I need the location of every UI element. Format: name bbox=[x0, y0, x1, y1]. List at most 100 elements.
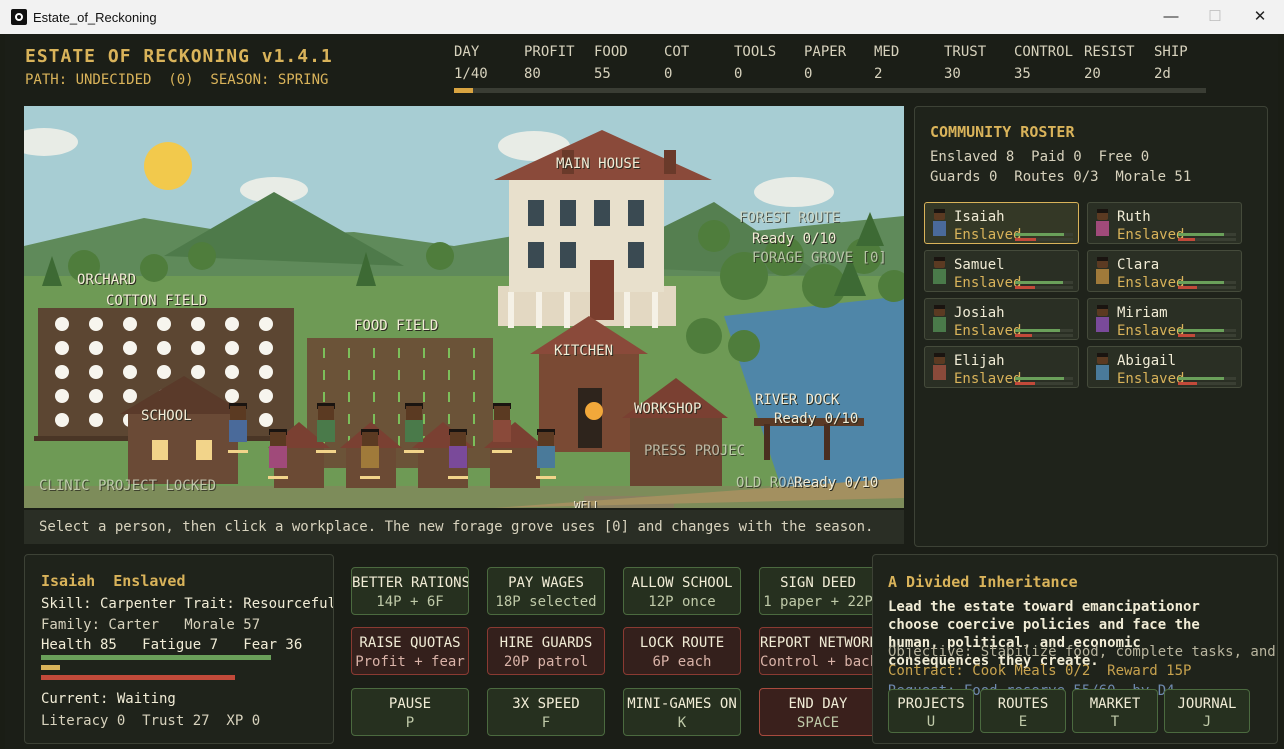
journal-button[interactable]: JOURNAL J bbox=[1164, 689, 1250, 733]
cotton-plant bbox=[89, 413, 103, 427]
allow-school-button[interactable]: ALLOW SCHOOL 12P once bbox=[623, 567, 741, 615]
raise-quotas-button[interactable]: RAISE QUOTAS Profit + fear bbox=[351, 627, 469, 675]
press-project-label[interactable]: PRESS PROJECT bbox=[644, 443, 744, 459]
person-family-morale: Family: Carter Morale 57 bbox=[41, 617, 261, 633]
maximize-button[interactable]: ☐ bbox=[1200, 6, 1230, 28]
person-avatar bbox=[1095, 209, 1110, 237]
minimize-button[interactable]: — bbox=[1156, 6, 1186, 28]
stat-value: 20 bbox=[1084, 66, 1101, 82]
roster-card-abigail[interactable]: Abigail Enslaved bbox=[1087, 346, 1242, 388]
stat-label: PROFIT bbox=[524, 44, 575, 60]
better-rations-button[interactable]: BETTER RATIONS 14P + 6F bbox=[351, 567, 469, 615]
button-cost: 18P selected bbox=[495, 594, 597, 610]
app-icon bbox=[11, 9, 27, 25]
person-status: Enslaved bbox=[954, 323, 1022, 339]
stat-value: 0 bbox=[804, 66, 813, 82]
close-button[interactable]: ✕ bbox=[1245, 6, 1275, 28]
cotton-plant bbox=[157, 365, 171, 379]
hire-guards-button[interactable]: HIRE GUARDS 20P patrol bbox=[487, 627, 605, 675]
stat-label: FOOD bbox=[594, 44, 628, 60]
pause-button[interactable]: PAUSE P bbox=[351, 688, 469, 736]
food-field-label[interactable]: FOOD FIELD bbox=[354, 318, 438, 334]
quest-objective: Objective: Stabilize food, complete task… bbox=[888, 644, 1276, 660]
mini-games-on-button[interactable]: MINI-GAMES ON K bbox=[623, 688, 741, 736]
stat-resist: RESIST 20 bbox=[1084, 44, 1135, 82]
window-titlebar: Estate_of_Reckoning — ☐ ✕ bbox=[0, 0, 1284, 34]
person-name: Isaiah bbox=[954, 209, 1005, 225]
fear-bar bbox=[41, 675, 236, 680]
cotton-plant bbox=[55, 365, 69, 379]
pay-wages-button[interactable]: PAY WAGES 18P selected bbox=[487, 567, 605, 615]
river-dock-label[interactable]: RIVER DOCK bbox=[755, 392, 839, 408]
cotton-plant bbox=[259, 365, 273, 379]
main-house-label[interactable]: MAIN HOUSE bbox=[556, 156, 640, 172]
stat-value: 0 bbox=[664, 66, 673, 82]
projects-button[interactable]: PROJECTS U bbox=[888, 689, 974, 733]
stat-value: 2d bbox=[1154, 66, 1171, 82]
cotton-field-label[interactable]: COTTON FIELD bbox=[106, 293, 207, 309]
orchard-label[interactable]: ORCHARD bbox=[77, 272, 136, 288]
estate-map[interactable]: MAIN HOUSE ORCHARD COTTON FIELD FOOD FIE… bbox=[24, 106, 904, 508]
stress-mini-bar bbox=[1015, 238, 1073, 241]
person-status: Enslaved bbox=[954, 275, 1022, 291]
button-cost: 20P patrol bbox=[503, 654, 589, 670]
roster-card-isaiah[interactable]: Isaiah Enslaved bbox=[924, 202, 1079, 244]
health-mini-bar bbox=[1178, 281, 1236, 284]
well-label[interactable]: WELL bbox=[574, 499, 601, 508]
cotton-plant bbox=[55, 389, 69, 403]
report-network-button[interactable]: REPORT NETWORK Control + backlash bbox=[759, 627, 877, 675]
forest-route-label[interactable]: FOREST ROUTE bbox=[739, 210, 840, 226]
end-day-button[interactable]: END DAY SPACE bbox=[759, 688, 877, 736]
roster-card-josiah[interactable]: Josiah Enslaved bbox=[924, 298, 1079, 340]
stress-mini-bar bbox=[1015, 286, 1073, 289]
person-name: Elijah bbox=[954, 353, 1005, 369]
stat-label: PAPER bbox=[804, 44, 847, 60]
stat-trust: TRUST 30 bbox=[944, 44, 986, 82]
button-label: BETTER RATIONS bbox=[352, 575, 469, 591]
stat-label: TOOLS bbox=[734, 44, 777, 60]
cotton-plant bbox=[157, 341, 171, 355]
stat-value: 80 bbox=[524, 66, 541, 82]
button-hotkey: E bbox=[1018, 714, 1028, 730]
person-status: Enslaved bbox=[1117, 227, 1185, 243]
workshop-label[interactable]: WORKSHOP bbox=[634, 401, 701, 417]
button-cost: 1 paper + 22P bbox=[763, 594, 873, 610]
stat-cot: COT 0 bbox=[664, 44, 689, 82]
stat-label: MED bbox=[874, 44, 900, 60]
health-bar bbox=[41, 655, 271, 660]
roster-card-clara[interactable]: Clara Enslaved bbox=[1087, 250, 1242, 292]
roster-title: COMMUNITY ROSTER bbox=[930, 123, 1075, 141]
roster-card-ruth[interactable]: Ruth Enslaved bbox=[1087, 202, 1242, 244]
stress-mini-bar bbox=[1178, 286, 1236, 289]
sign-deed-button[interactable]: SIGN DEED 1 paper + 22P bbox=[759, 567, 877, 615]
roster-card-elijah[interactable]: Elijah Enslaved bbox=[924, 346, 1079, 388]
cotton-plant bbox=[259, 389, 273, 403]
routes-button[interactable]: ROUTES E bbox=[980, 689, 1066, 733]
person-name: Abigail bbox=[1117, 353, 1177, 369]
person-status: Enslaved bbox=[1117, 275, 1185, 291]
stat-day: DAY 1/40 bbox=[454, 44, 488, 82]
roster-card-miriam[interactable]: Miriam Enslaved bbox=[1087, 298, 1242, 340]
cotton-plant bbox=[89, 317, 103, 331]
3x-speed-button[interactable]: 3X SPEED F bbox=[487, 688, 605, 736]
lock-route-button[interactable]: LOCK ROUTE 6P each bbox=[623, 627, 741, 675]
stat-value: 35 bbox=[1014, 66, 1031, 82]
forage-grove-label[interactable]: FORAGE GROVE [0] bbox=[752, 250, 887, 266]
stat-label: DAY bbox=[454, 44, 480, 60]
kitchen-label[interactable]: KITCHEN bbox=[554, 343, 613, 359]
button-label: PAY WAGES bbox=[508, 575, 584, 591]
button-label: PROJECTS bbox=[897, 696, 965, 712]
game-window: ESTATE OF RECKONING v1.4.1 PATH: UNDECID… bbox=[5, 34, 1278, 749]
health-mini-bar bbox=[1178, 377, 1236, 380]
school-label[interactable]: SCHOOL bbox=[141, 408, 192, 424]
stat-tools: TOOLS 0 bbox=[734, 44, 776, 82]
cotton-plant bbox=[191, 341, 205, 355]
person-avatar bbox=[932, 257, 947, 285]
roster-card-samuel[interactable]: Samuel Enslaved bbox=[924, 250, 1079, 292]
cotton-plant bbox=[225, 317, 239, 331]
stress-mini-bar bbox=[1178, 382, 1236, 385]
button-label: ALLOW SCHOOL bbox=[631, 575, 733, 591]
person-avatar bbox=[1095, 353, 1110, 381]
market-button[interactable]: MARKET T bbox=[1072, 689, 1158, 733]
cotton-plant bbox=[55, 341, 69, 355]
